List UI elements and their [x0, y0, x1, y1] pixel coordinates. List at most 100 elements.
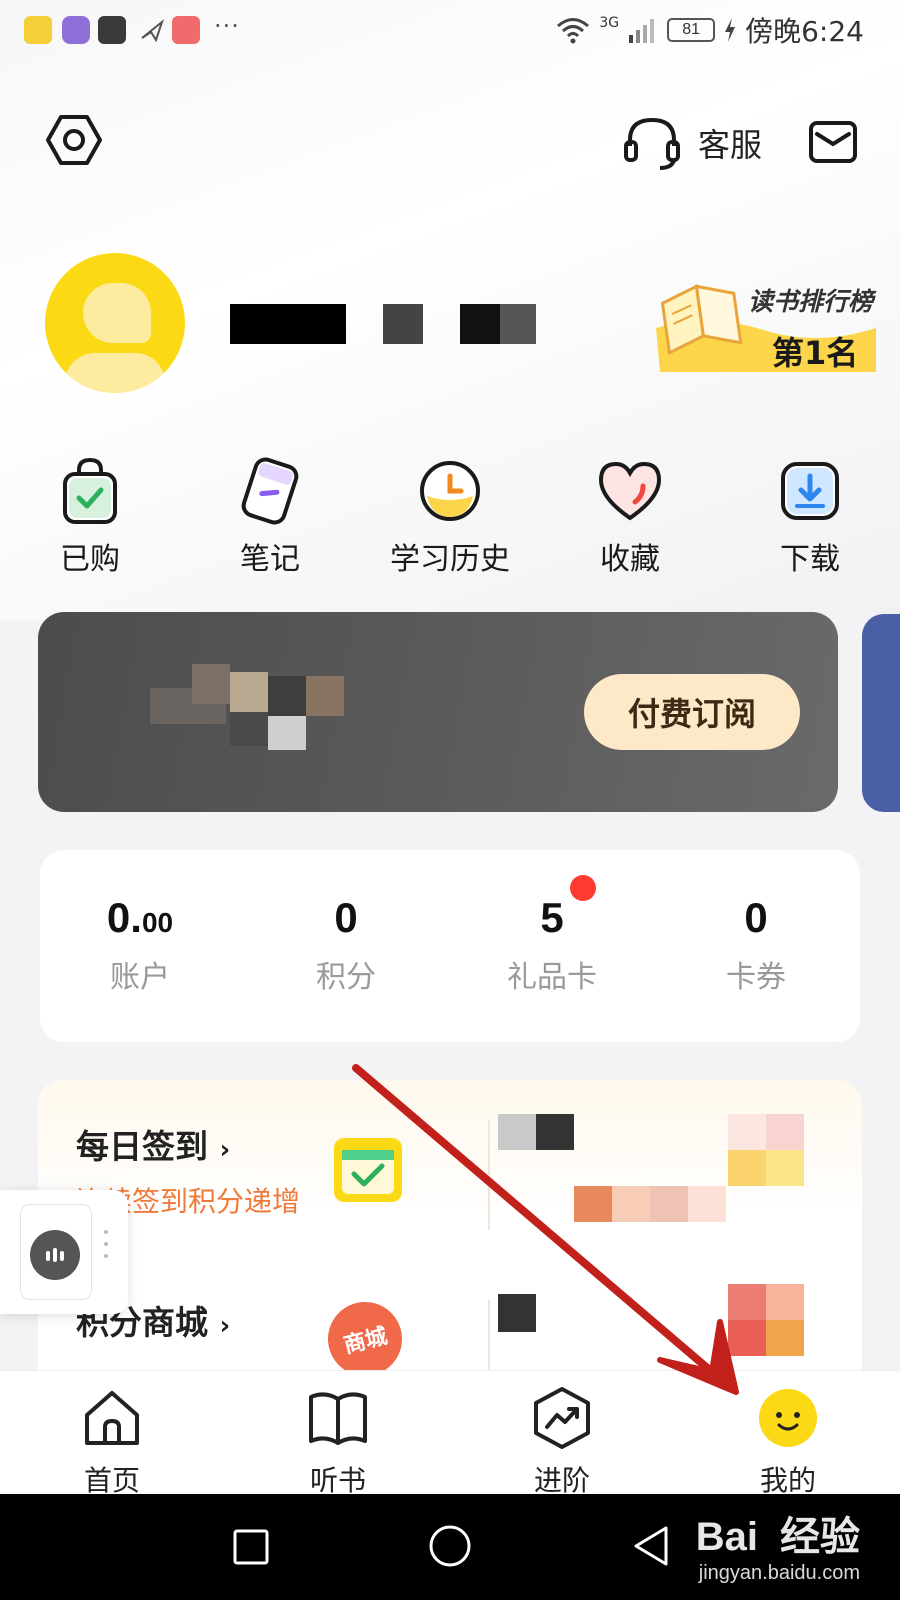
redacted-content — [728, 1284, 766, 1320]
status-right: 3G 81 傍晚6:24 — [555, 12, 864, 48]
redacted-content — [766, 1114, 804, 1150]
stat-gift-card[interactable]: 5 礼品卡 — [452, 894, 652, 996]
watermark-url: jingyan.baidu.com — [698, 1562, 860, 1584]
shortcut-purchased[interactable]: 已购 — [15, 456, 165, 578]
shortcut-label: 笔记 — [240, 542, 300, 577]
nav-audiobook[interactable]: 听书 — [268, 1385, 408, 1499]
next-banner-card[interactable] — [862, 614, 900, 812]
redacted-text — [192, 664, 230, 704]
redacted-content — [728, 1320, 766, 1356]
shortcut-label: 学习历史 — [390, 542, 510, 577]
shortcut-downloads[interactable]: 下载 — [735, 456, 885, 578]
stat-account[interactable]: 0.00 账户 — [40, 894, 240, 996]
nav-label: 进阶 — [533, 1464, 590, 1497]
home-icon — [79, 1385, 145, 1451]
redacted-text — [230, 712, 268, 746]
app-icon — [172, 16, 200, 44]
tasks-card: 每日签到 › 连续签到积分递增 积分商城 › 商城 — [38, 1080, 862, 1420]
nav-mine[interactable]: 我的 — [718, 1385, 858, 1499]
username-redacted — [500, 304, 536, 344]
smiley-icon — [755, 1385, 821, 1451]
daily-checkin-title[interactable]: 每日签到 › — [76, 1120, 230, 1168]
app-icon — [24, 16, 52, 44]
stat-coupons[interactable]: 0 卡券 — [656, 894, 856, 996]
shortcut-label: 收藏 — [600, 542, 660, 577]
redacted-content — [766, 1284, 804, 1320]
username-redacted — [230, 304, 346, 344]
heart-icon — [595, 456, 665, 526]
username-redacted — [383, 304, 423, 344]
redacted-content — [536, 1114, 574, 1150]
rank-value: 第1名 — [772, 334, 859, 372]
redacted-content — [766, 1320, 804, 1356]
app-icon — [98, 16, 126, 44]
nav-advance[interactable]: 进阶 — [492, 1385, 632, 1499]
gift-card-label: 礼品卡 — [507, 960, 597, 995]
stat-points[interactable]: 0 积分 — [246, 894, 446, 996]
drag-handle[interactable] — [104, 1230, 108, 1234]
shortcut-history[interactable]: 学习历史 — [375, 456, 525, 578]
battery-indicator: 81 — [667, 18, 716, 42]
redacted-text — [268, 676, 306, 716]
download-icon — [775, 456, 845, 526]
baidu-watermark: Bai 经验 jingyan.baidu.com — [696, 1504, 860, 1585]
trend-up-hexagon-icon — [529, 1385, 595, 1451]
envelope-icon[interactable] — [808, 120, 858, 168]
coupons-label: 卡券 — [726, 960, 786, 995]
recent-apps-icon[interactable] — [232, 1528, 270, 1570]
notification-dot — [570, 875, 596, 901]
shortcut-notes[interactable]: 笔记 — [195, 456, 345, 578]
redacted-content — [688, 1186, 726, 1222]
redacted-content — [728, 1150, 766, 1186]
shortcut-favorites[interactable]: 收藏 — [555, 456, 705, 578]
redacted-text — [268, 716, 306, 750]
charging-icon — [725, 18, 736, 42]
redacted-content — [574, 1186, 612, 1222]
paid-subscription-button[interactable]: 付费订阅 — [584, 674, 800, 750]
points-label: 积分 — [316, 960, 376, 995]
gift-card-value: 5 — [540, 894, 564, 941]
account-value: 0. — [106, 894, 142, 941]
avatar[interactable] — [40, 248, 190, 398]
nav-label: 听书 — [309, 1464, 366, 1497]
divider — [488, 1120, 490, 1230]
customer-service-label[interactable]: 客服 — [698, 120, 762, 166]
more-notifications: ··· — [214, 12, 240, 40]
watermark-brand: Bai — [695, 1515, 758, 1559]
clock: 傍晚6:24 — [745, 15, 864, 48]
redacted-content — [612, 1186, 650, 1222]
redacted-text — [306, 676, 344, 716]
nav-home[interactable]: 首页 — [42, 1385, 182, 1499]
back-triangle-icon[interactable] — [630, 1524, 672, 1572]
redacted-content — [498, 1114, 536, 1150]
signal-icon — [629, 19, 655, 43]
open-book-icon — [305, 1385, 371, 1451]
hexagon-gear-icon[interactable] — [46, 112, 102, 172]
wifi-icon — [557, 18, 590, 44]
shortcut-label: 下载 — [780, 542, 840, 577]
system-nav-bar: Bai 经验 jingyan.baidu.com — [0, 1494, 900, 1600]
redacted-content — [766, 1150, 804, 1186]
status-bar: ··· 3G 81 傍晚6:24 — [0, 0, 900, 60]
app-icon — [62, 16, 90, 44]
username-redacted — [460, 304, 500, 344]
bottom-nav: 首页 听书 进阶 我的 — [0, 1370, 900, 1497]
nav-label: 我的 — [759, 1464, 816, 1497]
redacted-text — [230, 672, 268, 712]
shortcut-label: 已购 — [60, 542, 120, 577]
clock-icon — [415, 456, 485, 526]
notebook-icon — [235, 456, 305, 526]
calendar-check-icon[interactable] — [330, 1132, 406, 1212]
points-value: 0 — [334, 894, 358, 941]
account-stats-card: 0.00 账户 0 积分 5 礼品卡 0 卡券 — [40, 850, 860, 1042]
rank-title: 读书排行榜 — [748, 287, 874, 316]
nav-label: 首页 — [83, 1464, 140, 1497]
headset-icon[interactable] — [622, 114, 682, 174]
shopping-bag-icon — [55, 456, 125, 526]
home-circle-icon[interactable] — [428, 1524, 472, 1572]
coupons-value: 0 — [744, 894, 768, 941]
redacted-content — [650, 1186, 688, 1222]
redacted-content — [498, 1294, 536, 1332]
watermark-brand-cn: 经验 — [780, 1515, 860, 1559]
audio-bars-icon[interactable] — [30, 1230, 80, 1280]
